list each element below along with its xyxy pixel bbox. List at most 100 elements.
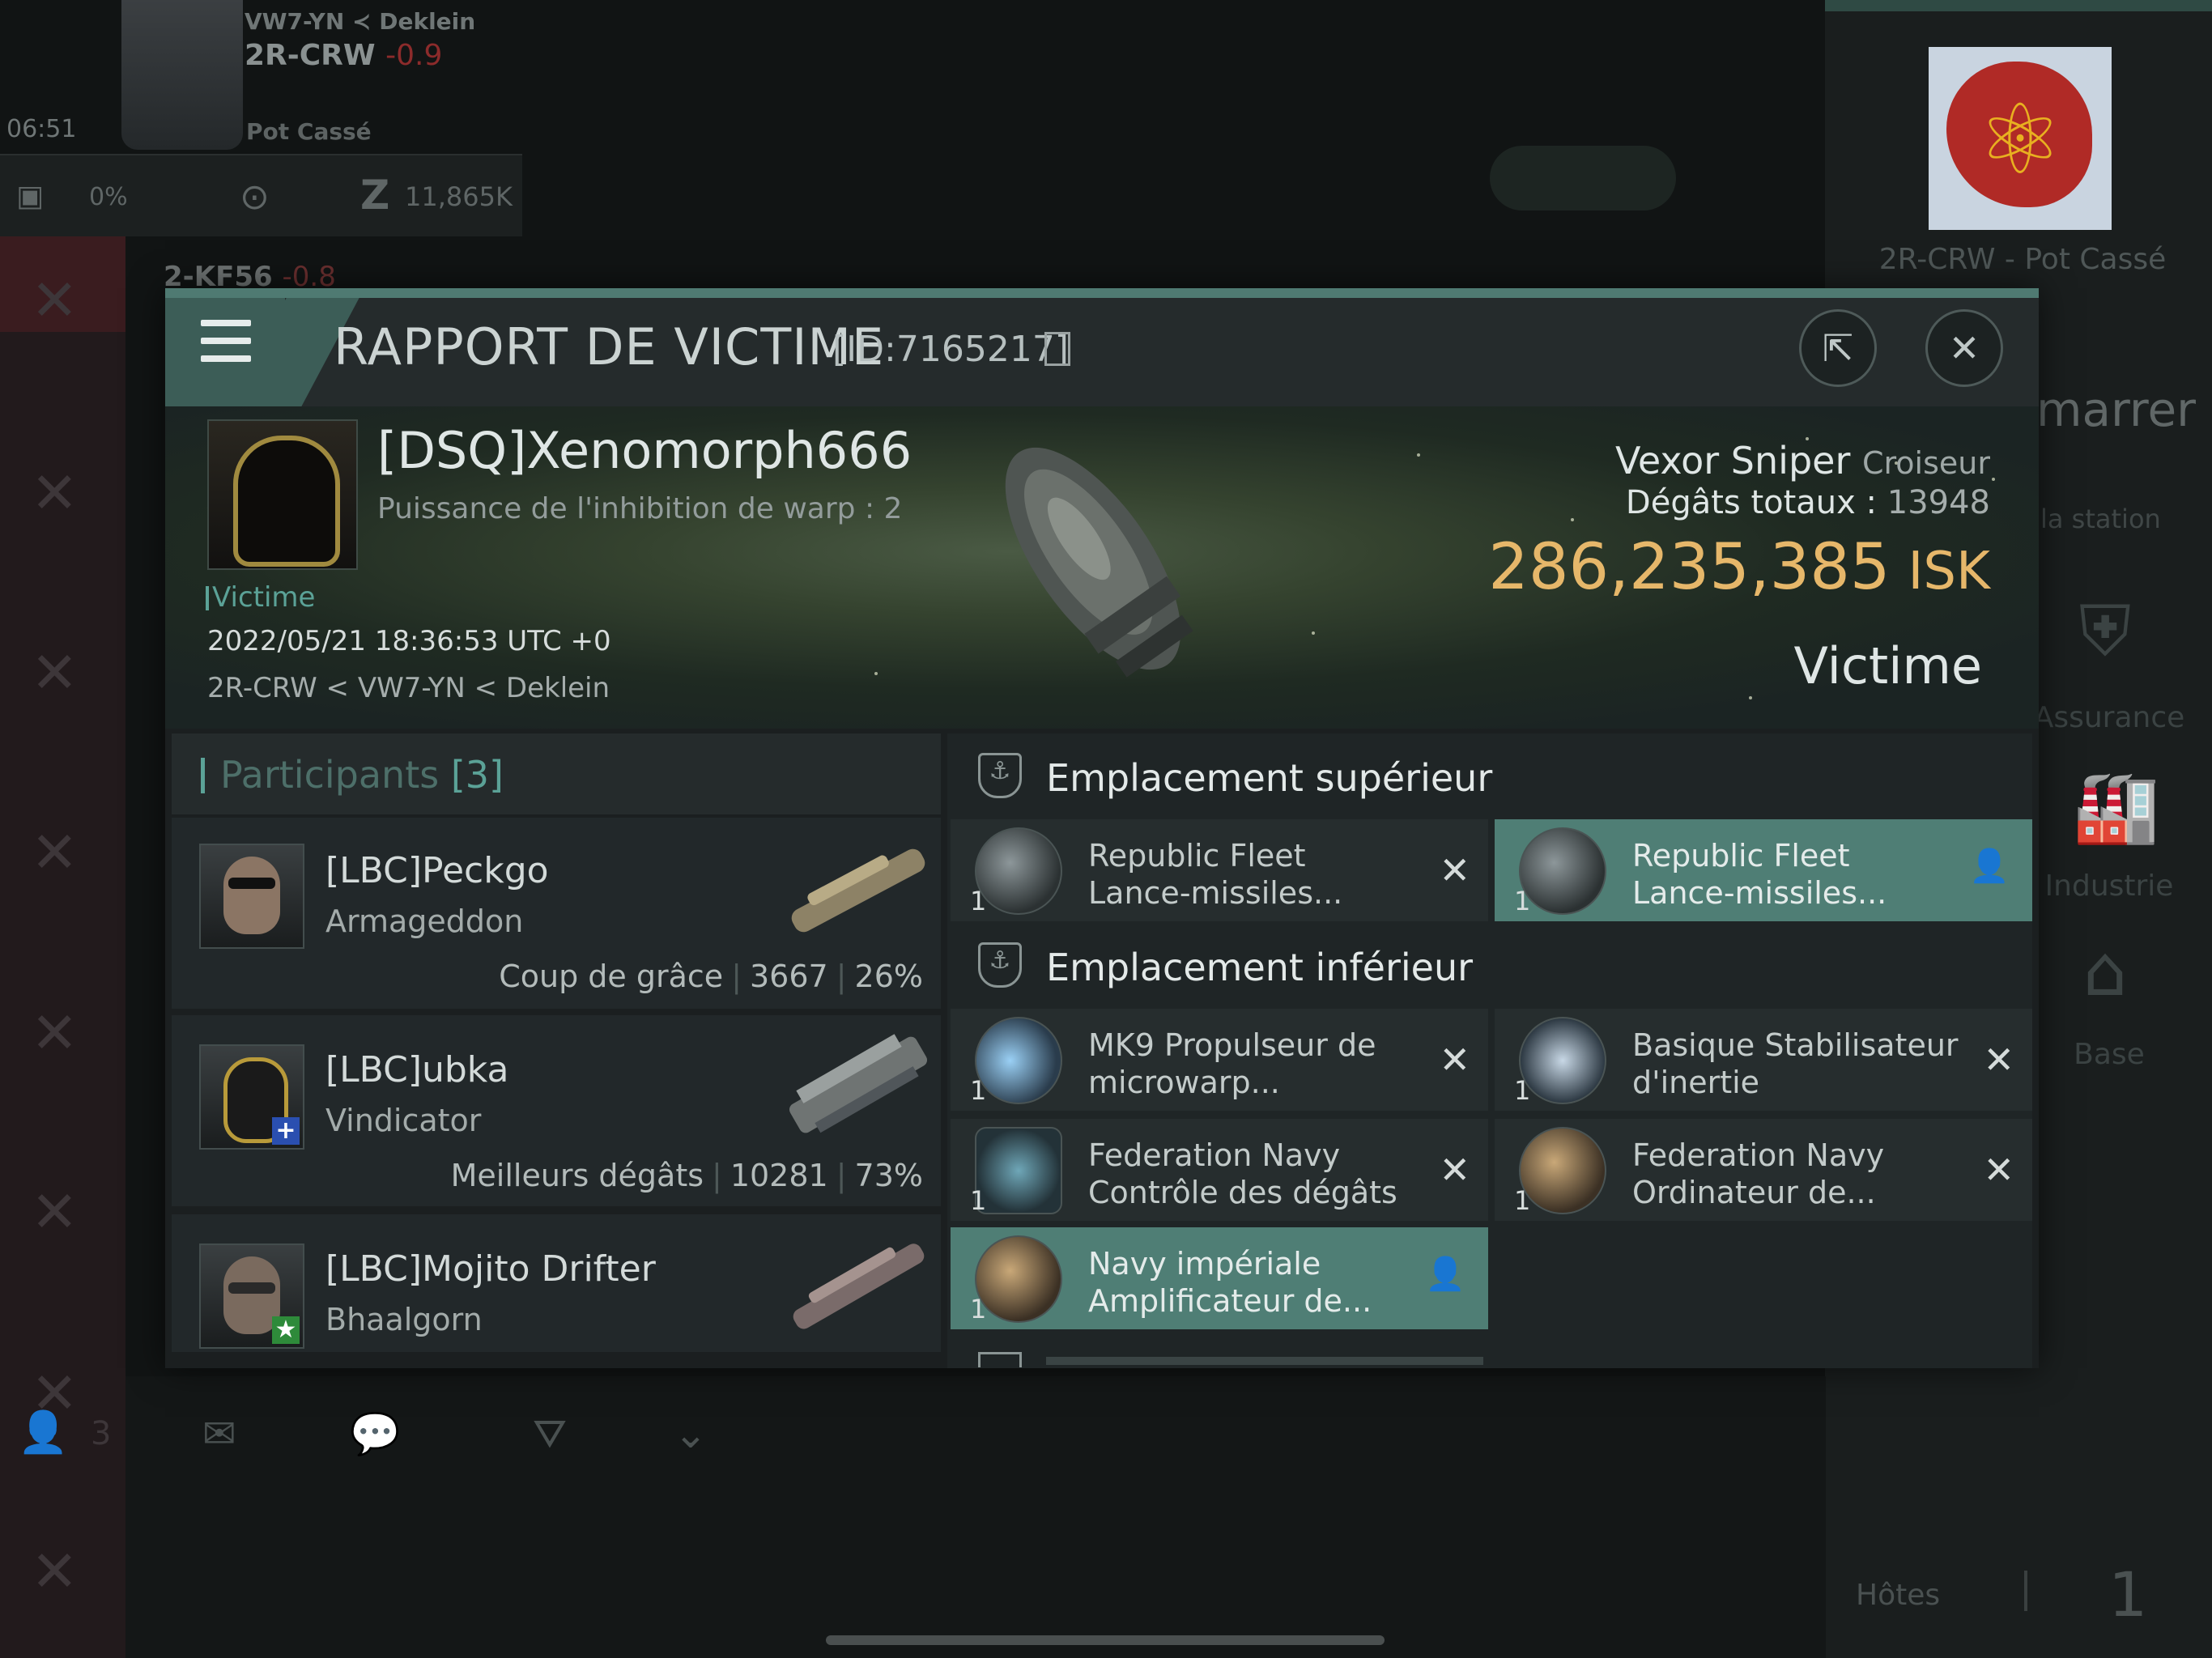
dropped-user-icon: 👤: [1969, 848, 2010, 885]
item-name-line1: Republic Fleet: [1632, 838, 1850, 874]
hamburger-menu-icon[interactable]: [201, 320, 251, 373]
participant-stats: Meilleurs dégâts | 10281 | 73%: [450, 1158, 923, 1193]
item-name: Republic Fleet Lance-missiles...: [1632, 837, 1980, 912]
item-name-line1: Navy impériale: [1088, 1246, 1321, 1282]
victim-ship-image[interactable]: [972, 413, 1214, 704]
fitted-item[interactable]: 1 MK9 Propulseur de microwarp... ✕: [951, 1009, 1488, 1111]
insurance-icon[interactable]: ⛨: [2073, 591, 2138, 674]
inertial-stabilizer-icon: [1519, 1017, 1606, 1104]
launcher-icon: [975, 827, 1062, 915]
dropped-user-icon: 👤: [1425, 1256, 1465, 1293]
participant-name[interactable]: [LBC]ubka: [325, 1049, 508, 1090]
item-quantity: 1: [970, 886, 987, 916]
wallet-icon[interactable]: Z: [360, 172, 389, 219]
destroyed-icon: ✕: [1439, 1148, 1470, 1192]
next-slot-title-cut: [1046, 1357, 1483, 1365]
item-name-line1: MK9 Propulseur de: [1088, 1027, 1376, 1063]
stat-percent: 73%: [854, 1158, 923, 1193]
next-slot-icon: [978, 1352, 1022, 1367]
isk-value: 286,235,385 ISK: [1488, 531, 1990, 604]
corp-logo[interactable]: ⚛: [1929, 47, 2112, 230]
damage-total: Dégâts totaux : 13948: [1626, 484, 1990, 521]
modal-title: RAPPORT DE VICTIME: [334, 317, 885, 376]
copy-icon[interactable]: [1044, 332, 1070, 366]
close-icon[interactable]: ✕: [31, 1538, 79, 1605]
ship-name: Vexor Sniper: [1614, 439, 1851, 483]
current-system[interactable]: 2R-CRW -0.9: [245, 39, 442, 72]
close-icon[interactable]: ✕: [31, 267, 79, 334]
service-industry[interactable]: Industrie: [2024, 869, 2194, 903]
right-panel-accent: [1825, 0, 2212, 11]
pilot-portrait[interactable]: [121, 0, 243, 150]
skills-icon[interactable]: ⊙: [240, 176, 270, 218]
close-icon[interactable]: ✕: [31, 640, 79, 706]
participant-name[interactable]: [LBC]Peckgo: [325, 850, 549, 891]
service-home[interactable]: Base: [2024, 1038, 2194, 1071]
destroyed-icon: ✕: [1983, 1148, 2014, 1192]
victim-name[interactable]: [DSQ]Xenomorph666: [377, 421, 912, 480]
undock-sub: la station: [2040, 504, 2161, 534]
hosts-count: 1: [2108, 1558, 2148, 1630]
item-name: Federation Navy Contrôle des dégâts: [1088, 1137, 1436, 1211]
participants-title: Participants [3]: [220, 753, 504, 797]
stat-damage: 3667: [750, 959, 828, 994]
avatar[interactable]: +: [199, 1044, 304, 1150]
system-path: VW7-YN ≺ Deklein: [245, 8, 476, 35]
item-quantity: 1: [1514, 1075, 1531, 1106]
close-icon[interactable]: ✕: [31, 1179, 79, 1245]
ship-class: Croiseur: [1861, 445, 1990, 481]
participant-ship-image[interactable]: [777, 1229, 939, 1342]
victim-ship[interactable]: Vexor Sniper Croiseur: [1615, 439, 1990, 483]
close-icon[interactable]: ✕: [31, 1000, 79, 1066]
avatar[interactable]: ★: [199, 1244, 304, 1349]
mail-icon[interactable]: ✉: [202, 1410, 236, 1457]
filter-icon[interactable]: ⛛: [533, 1410, 567, 1458]
service-insurance[interactable]: Assurance: [2024, 701, 2194, 734]
industry-icon[interactable]: 🏭: [2073, 766, 2159, 848]
close-icon[interactable]: ✕: [31, 819, 79, 886]
station-light: [1490, 146, 1676, 210]
participant-ship: Armageddon: [325, 903, 524, 939]
cargo-icon[interactable]: ▣: [16, 180, 44, 213]
item-name-line2: Ordinateur de...: [1632, 1175, 1876, 1210]
fitted-item[interactable]: 1 Republic Fleet Lance-missiles... 👤: [1495, 819, 2032, 921]
chevron-down-icon[interactable]: ⌄: [674, 1410, 708, 1457]
chat-icon[interactable]: 💬: [350, 1410, 400, 1458]
victim-portrait[interactable]: [207, 419, 358, 570]
share-button[interactable]: ⇱: [1799, 309, 1877, 387]
participants-label: Participants: [220, 753, 440, 797]
stat-label: Coup de grâce: [499, 959, 724, 994]
fitted-item[interactable]: 1 Republic Fleet Lance-missiles... ✕: [951, 819, 1488, 921]
participant-ship: Vindicator: [325, 1103, 482, 1138]
participant-ship-image[interactable]: [777, 1028, 939, 1141]
home-base-icon[interactable]: ⌂: [2073, 931, 2138, 1012]
participant-name[interactable]: [LBC]Mojito Drifter: [325, 1248, 656, 1290]
item-quantity: 1: [1514, 886, 1531, 916]
kill-date: 2022/05/21 18:36:53 UTC +0: [207, 625, 611, 657]
warp-strength: Puissance de l'inhibition de warp : 2: [377, 492, 903, 525]
undock-button[interactable]: marrer: [2036, 382, 2196, 437]
destroyed-icon: ✕: [1439, 1038, 1470, 1082]
stat-percent: 26%: [854, 959, 923, 994]
kill-location[interactable]: 2R-CRW < VW7-YN < Deklein: [207, 672, 610, 704]
external-link-icon: ⇱: [1822, 326, 1854, 370]
close-button[interactable]: ✕: [1925, 309, 2003, 387]
fitted-item[interactable]: 1 Basique Stabilisateur d'inertie ✕: [1495, 1009, 2032, 1111]
fitted-item[interactable]: 1 Federation Navy Contrôle des dégâts ✕: [951, 1119, 1488, 1221]
participant-ship-image[interactable]: [777, 834, 939, 947]
close-icon: ✕: [1948, 326, 1980, 370]
item-name-line1: Basique Stabilisateur: [1632, 1027, 1959, 1063]
launcher-icon: [1519, 827, 1606, 915]
close-icon[interactable]: ✕: [31, 460, 79, 526]
item-quantity: 1: [970, 1185, 987, 1216]
people-icon[interactable]: 👤: [18, 1409, 68, 1456]
home-indicator[interactable]: [826, 1635, 1385, 1645]
participants-count: [3]: [450, 753, 504, 797]
victim-tag: Victime: [205, 581, 316, 614]
item-name-line2: d'inertie: [1632, 1065, 1760, 1100]
fitted-item[interactable]: 1 Navy impériale Amplificateur de... 👤: [951, 1227, 1488, 1329]
avatar[interactable]: [199, 844, 304, 949]
participant-ship: Bhaalgorn: [325, 1302, 483, 1337]
fitted-item[interactable]: 1 Federation Navy Ordinateur de... ✕: [1495, 1119, 2032, 1221]
stat-label: Meilleurs dégâts: [450, 1158, 704, 1193]
